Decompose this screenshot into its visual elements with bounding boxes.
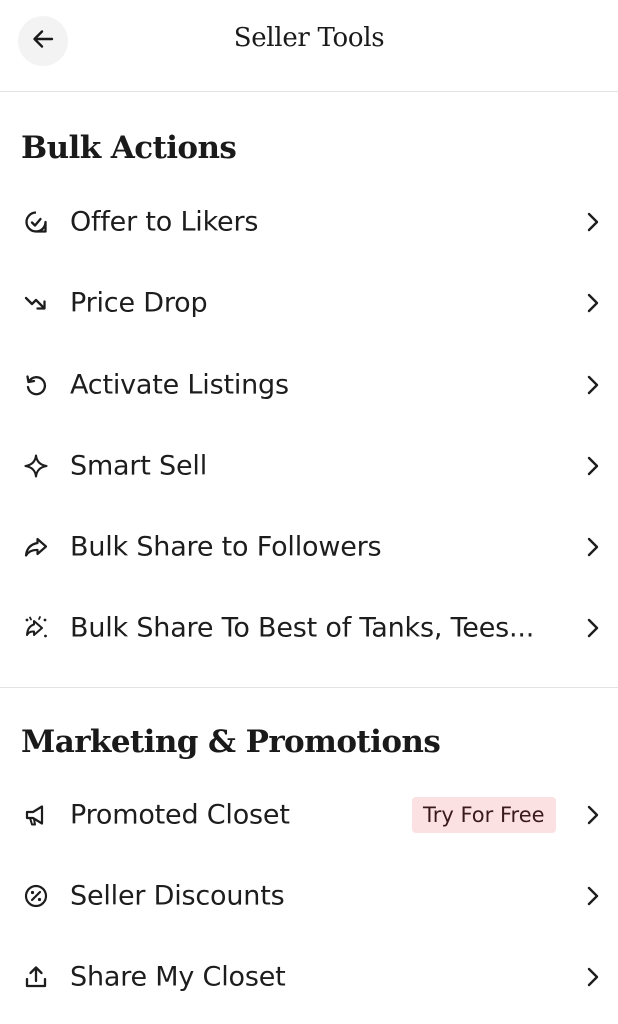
menu-item-label: Share My Closet — [70, 961, 286, 992]
chevron-right-icon — [582, 885, 604, 907]
menu-item-bulk-share-followers[interactable]: Bulk Share to Followers — [0, 506, 618, 587]
page-title: Seller Tools — [233, 23, 385, 53]
menu-item-promoted-closet[interactable]: Promoted Closet Try For Free — [0, 774, 618, 855]
chevron-right-icon — [582, 374, 604, 396]
menu-item-smart-sell[interactable]: Smart Sell — [0, 425, 618, 506]
chevron-right-icon — [582, 455, 604, 477]
menu-item-share-my-closet[interactable]: Share My Closet — [0, 936, 618, 1017]
discount-icon — [22, 882, 50, 910]
menu-item-label: Seller Discounts — [70, 880, 285, 911]
menu-item-label: Price Drop — [70, 287, 208, 318]
menu-item-label: Bulk Share To Best of Tanks, Tees... — [70, 612, 535, 643]
menu-item-seller-discounts[interactable]: Seller Discounts — [0, 855, 618, 936]
menu-item-price-drop[interactable]: Price Drop — [0, 262, 618, 343]
chevron-right-icon — [582, 966, 604, 988]
menu-item-label: Bulk Share to Followers — [70, 531, 382, 562]
menu-item-label: Promoted Closet — [70, 799, 290, 830]
section-title-bulk-actions: Bulk Actions — [21, 130, 237, 166]
chevron-right-icon — [582, 211, 604, 233]
chevron-right-icon — [582, 292, 604, 314]
section-title-marketing: Marketing & Promotions — [21, 724, 441, 760]
menu-item-label: Activate Listings — [70, 369, 289, 400]
section-divider — [0, 687, 618, 688]
share-arrow-icon — [22, 533, 50, 561]
trend-down-icon — [22, 289, 50, 317]
sparkle-icon — [22, 452, 50, 480]
chevron-right-icon — [582, 804, 604, 826]
chevron-right-icon — [582, 617, 604, 639]
upload-icon — [22, 963, 50, 991]
try-for-free-badge: Try For Free — [412, 796, 556, 833]
menu-item-label: Smart Sell — [70, 450, 208, 481]
megaphone-icon — [22, 801, 50, 829]
top-bar: Seller Tools — [0, 0, 618, 92]
party-share-icon — [22, 614, 50, 642]
refresh-icon — [22, 371, 50, 399]
menu-item-label: Offer to Likers — [70, 206, 259, 237]
menu-item-activate-listings[interactable]: Activate Listings — [0, 344, 618, 425]
offer-tag-icon — [22, 208, 50, 236]
chevron-right-icon — [582, 536, 604, 558]
menu-item-offer-to-likers[interactable]: Offer to Likers — [0, 181, 618, 262]
menu-item-bulk-share-party[interactable]: Bulk Share To Best of Tanks, Tees... — [0, 587, 618, 668]
